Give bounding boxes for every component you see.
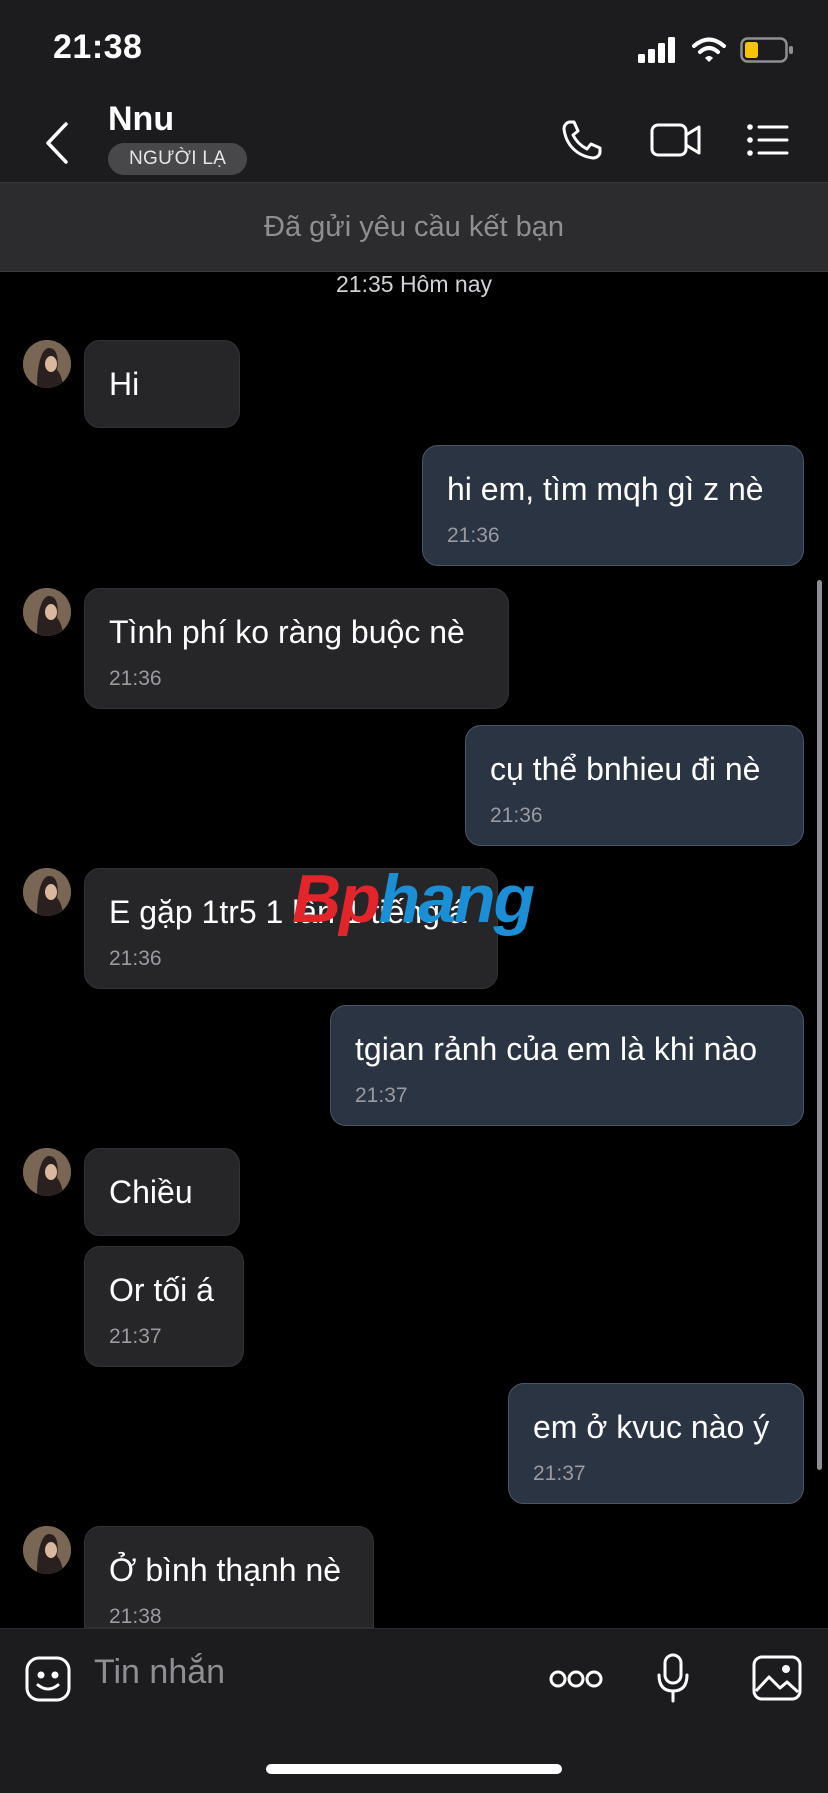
message-bubble-incoming[interactable]: Or tối á 21:37 [84, 1246, 244, 1367]
scrollbar[interactable] [817, 580, 822, 1470]
message-bubble-incoming[interactable]: Tình phí ko ràng buộc nè 21:36 [84, 588, 509, 709]
status-icons [638, 34, 794, 66]
message-time: 21:38 [109, 1605, 162, 1628]
message-text: cụ thể bnhieu đi nè [490, 751, 761, 787]
message-time: 21:36 [109, 667, 162, 690]
image-gallery-icon[interactable] [752, 1655, 802, 1701]
message-time: 21:36 [447, 524, 500, 547]
message-input[interactable]: Tin nhắn [94, 1653, 225, 1692]
microphone-icon[interactable] [656, 1653, 690, 1703]
contact-avatar[interactable] [23, 340, 71, 388]
contact-avatar[interactable] [23, 868, 71, 916]
contact-avatar[interactable] [23, 1526, 71, 1574]
friend-request-banner: Đã gửi yêu cầu kết bạn [0, 183, 828, 272]
message-time: 21:37 [355, 1084, 408, 1107]
watermark-logo: Bphang [292, 860, 535, 938]
message-time: 21:37 [533, 1462, 586, 1485]
date-separator: 21:35 Hôm nay [336, 271, 492, 297]
watermark-red: Bp [292, 861, 381, 937]
message-time: 21:37 [109, 1325, 162, 1348]
status-time: 21:38 [53, 28, 143, 66]
message-text: hi em, tìm mqh gì z nè [447, 471, 764, 507]
video-call-icon[interactable] [650, 118, 702, 162]
message-bubble-incoming[interactable]: Hi [84, 340, 240, 428]
message-bubble-incoming[interactable]: Ở bình thạnh nè 21:38 [84, 1526, 374, 1628]
message-bubble-outgoing[interactable]: tgian rảnh của em là khi nào 21:37 [330, 1005, 804, 1126]
phone-icon[interactable] [560, 118, 604, 162]
back-chevron-icon[interactable] [38, 120, 78, 166]
emoji-sticker-icon[interactable] [24, 1655, 72, 1703]
message-text: Hi [109, 366, 140, 402]
message-text: Or tối á [109, 1272, 214, 1308]
stranger-badge: NGƯỜI LẠ [108, 143, 248, 175]
wifi-icon [692, 37, 726, 62]
home-indicator[interactable] [266, 1764, 562, 1774]
cellular-signal-icon [638, 37, 675, 63]
battery-low-icon [740, 37, 793, 63]
message-text: em ở kvuc nào ý [533, 1409, 770, 1445]
friend-request-text: Đã gửi yêu cầu kết bạn [264, 210, 564, 243]
message-bubble-outgoing[interactable]: cụ thể bnhieu đi nè 21:36 [465, 725, 804, 846]
message-time: 21:36 [490, 804, 543, 827]
message-text: Ở bình thạnh nè [109, 1552, 342, 1588]
chat-header: Nnu NGƯỜI LẠ [0, 96, 828, 183]
message-bubble-incoming[interactable]: Chiều [84, 1148, 240, 1236]
more-options-icon[interactable] [548, 1667, 604, 1691]
contact-avatar[interactable] [23, 588, 71, 636]
message-text: Chiều [109, 1174, 193, 1210]
menu-list-icon[interactable] [746, 118, 790, 162]
contact-avatar[interactable] [23, 1148, 71, 1196]
message-text: tgian rảnh của em là khi nào [355, 1031, 758, 1067]
message-bubble-outgoing[interactable]: hi em, tìm mqh gì z nè 21:36 [422, 445, 804, 566]
message-text: Tình phí ko ràng buộc nè [109, 614, 465, 650]
status-bar: 21:38 [0, 0, 828, 96]
contact-name[interactable]: Nnu [108, 100, 174, 139]
message-time: 21:36 [109, 947, 162, 970]
watermark-blue: hang [378, 861, 535, 937]
message-bubble-outgoing[interactable]: em ở kvuc nào ý 21:37 [508, 1383, 804, 1504]
